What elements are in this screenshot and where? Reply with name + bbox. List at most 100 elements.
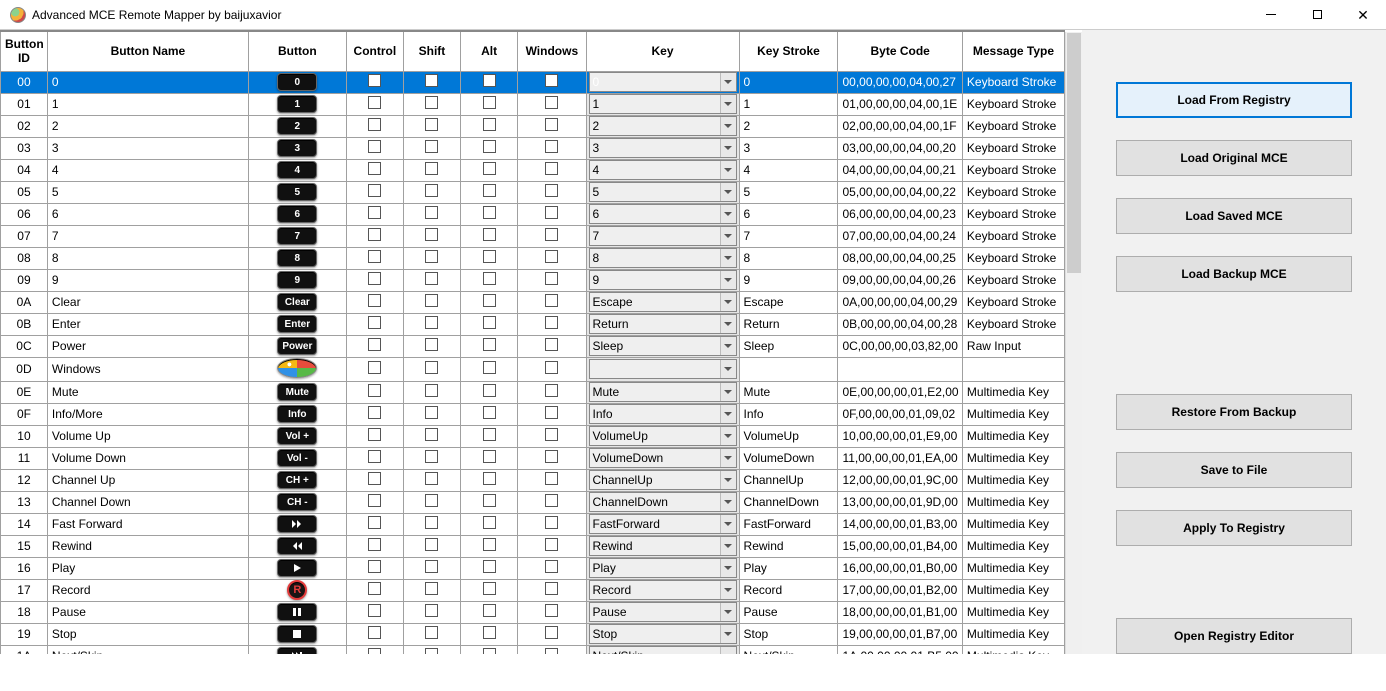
cell-stroke[interactable]: Stop: [739, 623, 838, 645]
cell-button[interactable]: [248, 535, 346, 557]
cell-alt[interactable]: [461, 93, 518, 115]
table-row[interactable]: 06 6 6 6 6 06,00,00,00,04,00,23 Keyboard…: [1, 203, 1065, 225]
cell-shift[interactable]: [403, 579, 460, 601]
cell-shift[interactable]: [403, 357, 460, 381]
windows-checkbox[interactable]: [545, 384, 558, 397]
cell-stroke[interactable]: 0: [739, 71, 838, 93]
cell-msg[interactable]: Keyboard Stroke: [962, 269, 1064, 291]
cell-windows[interactable]: [518, 579, 586, 601]
shift-checkbox[interactable]: [425, 294, 438, 307]
windows-checkbox[interactable]: [545, 516, 558, 529]
cell-byte[interactable]: 14,00,00,00,01,B3,00: [838, 513, 962, 535]
cell-id[interactable]: 11: [1, 447, 48, 469]
cell-control[interactable]: [346, 159, 403, 181]
cell-stroke[interactable]: Return: [739, 313, 838, 335]
cell-button[interactable]: [248, 557, 346, 579]
key-dropdown[interactable]: Sleep: [589, 336, 737, 356]
cell-button[interactable]: 7: [248, 225, 346, 247]
cell-alt[interactable]: [461, 447, 518, 469]
cell-name[interactable]: Channel Up: [47, 469, 248, 491]
cell-control[interactable]: [346, 469, 403, 491]
cell-windows[interactable]: [518, 181, 586, 203]
control-checkbox[interactable]: [368, 472, 381, 485]
cell-msg[interactable]: Keyboard Stroke: [962, 181, 1064, 203]
cell-button[interactable]: [248, 623, 346, 645]
cell-key[interactable]: Stop: [586, 623, 739, 645]
scrollbar-thumb[interactable]: [1067, 33, 1081, 273]
cell-key[interactable]: [586, 357, 739, 381]
cell-msg[interactable]: Multimedia Key: [962, 425, 1064, 447]
cell-byte[interactable]: 1A,00,00,00,01,B5,00: [838, 645, 962, 654]
table-row[interactable]: 11 Volume Down Vol - VolumeDown VolumeDo…: [1, 447, 1065, 469]
key-dropdown[interactable]: VolumeUp: [589, 426, 737, 446]
table-row[interactable]: 19 Stop Stop Stop 19,00,00,00,01,B7,00 M…: [1, 623, 1065, 645]
control-checkbox[interactable]: [368, 450, 381, 463]
cell-windows[interactable]: [518, 623, 586, 645]
windows-checkbox[interactable]: [545, 96, 558, 109]
cell-byte[interactable]: 19,00,00,00,01,B7,00: [838, 623, 962, 645]
windows-checkbox[interactable]: [545, 604, 558, 617]
cell-shift[interactable]: [403, 93, 460, 115]
cell-alt[interactable]: [461, 557, 518, 579]
load-original-mce-button[interactable]: Load Original MCE: [1116, 140, 1352, 176]
cell-windows[interactable]: [518, 447, 586, 469]
cell-key[interactable]: Mute: [586, 381, 739, 403]
cell-key[interactable]: 3: [586, 137, 739, 159]
cell-id[interactable]: 07: [1, 225, 48, 247]
cell-name[interactable]: Clear: [47, 291, 248, 313]
cell-byte[interactable]: 03,00,00,00,04,00,20: [838, 137, 962, 159]
cell-id[interactable]: 08: [1, 247, 48, 269]
col-button-id[interactable]: Button ID: [1, 31, 48, 71]
cell-id[interactable]: 06: [1, 203, 48, 225]
table-row[interactable]: 0E Mute Mute Mute Mute 0E,00,00,00,01,E2…: [1, 381, 1065, 403]
cell-control[interactable]: [346, 557, 403, 579]
cell-button[interactable]: R: [248, 579, 346, 601]
cell-byte[interactable]: 07,00,00,00,04,00,24: [838, 225, 962, 247]
cell-msg[interactable]: Multimedia Key: [962, 513, 1064, 535]
cell-control[interactable]: [346, 357, 403, 381]
cell-button[interactable]: 1: [248, 93, 346, 115]
cell-key[interactable]: 1: [586, 93, 739, 115]
open-registry-editor-button[interactable]: Open Registry Editor: [1116, 618, 1352, 654]
cell-windows[interactable]: [518, 291, 586, 313]
shift-checkbox[interactable]: [425, 472, 438, 485]
key-dropdown[interactable]: 8: [589, 248, 737, 268]
cell-name[interactable]: Rewind: [47, 535, 248, 557]
save-to-file-button[interactable]: Save to File: [1116, 452, 1352, 488]
cell-key[interactable]: Info: [586, 403, 739, 425]
cell-id[interactable]: 16: [1, 557, 48, 579]
cell-windows[interactable]: [518, 115, 586, 137]
cell-control[interactable]: [346, 247, 403, 269]
cell-shift[interactable]: [403, 403, 460, 425]
cell-msg[interactable]: Multimedia Key: [962, 447, 1064, 469]
cell-name[interactable]: Record: [47, 579, 248, 601]
cell-byte[interactable]: 0B,00,00,00,04,00,28: [838, 313, 962, 335]
shift-checkbox[interactable]: [425, 206, 438, 219]
cell-byte[interactable]: 05,00,00,00,04,00,22: [838, 181, 962, 203]
cell-control[interactable]: [346, 601, 403, 623]
cell-alt[interactable]: [461, 269, 518, 291]
cell-windows[interactable]: [518, 425, 586, 447]
cell-shift[interactable]: [403, 247, 460, 269]
cell-shift[interactable]: [403, 159, 460, 181]
alt-checkbox[interactable]: [483, 74, 496, 87]
windows-checkbox[interactable]: [545, 494, 558, 507]
cell-windows[interactable]: [518, 601, 586, 623]
control-checkbox[interactable]: [368, 338, 381, 351]
restore-from-backup-button[interactable]: Restore From Backup: [1116, 394, 1352, 430]
table-row[interactable]: 0D Windows: [1, 357, 1065, 381]
key-dropdown[interactable]: 3: [589, 138, 737, 158]
cell-id[interactable]: 12: [1, 469, 48, 491]
cell-control[interactable]: [346, 269, 403, 291]
cell-control[interactable]: [346, 93, 403, 115]
mapping-grid[interactable]: Button ID Button Name Button Control Shi…: [0, 30, 1065, 654]
cell-control[interactable]: [346, 313, 403, 335]
cell-byte[interactable]: 0E,00,00,00,01,E2,00: [838, 381, 962, 403]
alt-checkbox[interactable]: [483, 250, 496, 263]
cell-id[interactable]: 0B: [1, 313, 48, 335]
cell-stroke[interactable]: Rewind: [739, 535, 838, 557]
cell-byte[interactable]: 18,00,00,00,01,B1,00: [838, 601, 962, 623]
cell-windows[interactable]: [518, 513, 586, 535]
alt-checkbox[interactable]: [483, 428, 496, 441]
cell-msg[interactable]: Multimedia Key: [962, 403, 1064, 425]
